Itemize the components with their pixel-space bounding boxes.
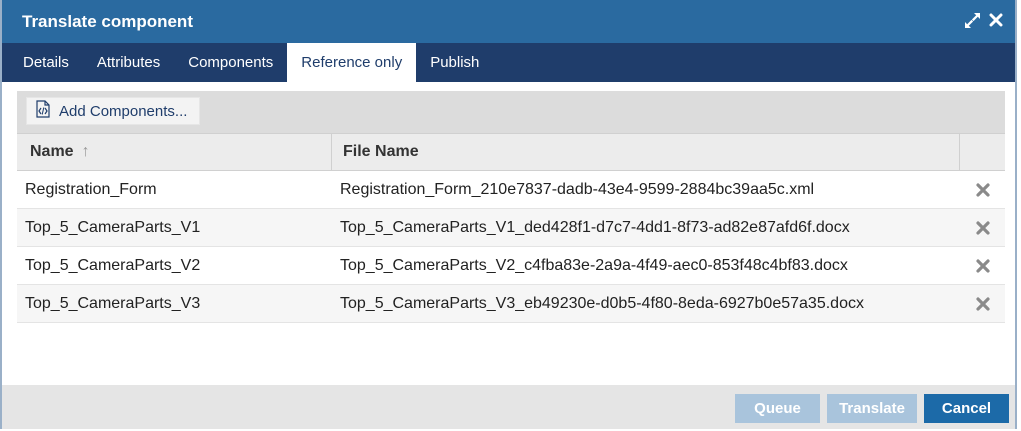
table-row: Top_5_CameraParts_V2 Top_5_CameraParts_V… — [17, 247, 1005, 285]
delete-x-icon[interactable] — [975, 220, 991, 236]
row-actions — [960, 296, 1005, 312]
table-row: Top_5_CameraParts_V1 Top_5_CameraParts_V… — [17, 209, 1005, 247]
dialog-footer: Queue Translate Cancel — [2, 385, 1015, 429]
cancel-button[interactable]: Cancel — [924, 394, 1009, 423]
sort-ascending-icon: ↑ — [81, 143, 90, 160]
translate-button[interactable]: Translate — [827, 394, 917, 423]
row-actions — [960, 220, 1005, 236]
row-name: Registration_Form — [25, 180, 157, 198]
row-file-name: Top_5_CameraParts_V2_c4fba83e-2a9a-4f49-… — [340, 256, 848, 274]
delete-x-icon[interactable] — [975, 258, 991, 274]
tab-bar: Details Attributes Components Reference … — [2, 43, 1015, 82]
queue-button[interactable]: Queue — [735, 394, 820, 423]
delete-x-icon[interactable] — [975, 182, 991, 198]
reference-only-panel: Add Components... Name ↑ File Name Regis… — [17, 91, 1005, 323]
dialog-title: Translate component — [22, 12, 193, 31]
row-actions — [960, 258, 1005, 274]
row-name: Top_5_CameraParts_V3 — [25, 294, 201, 312]
column-header-actions — [960, 134, 1005, 170]
tab-publish[interactable]: Publish — [416, 43, 493, 82]
add-components-button[interactable]: Add Components... — [26, 97, 201, 125]
code-document-icon — [35, 100, 51, 122]
tab-details[interactable]: Details — [9, 43, 83, 82]
add-components-label: Add Components... — [59, 102, 188, 120]
row-name: Top_5_CameraParts_V1 — [25, 218, 201, 236]
components-table: Name ↑ File Name Registration_Form Regis… — [17, 133, 1005, 323]
row-file-name: Top_5_CameraParts_V1_ded428f1-d7c7-4dd1-… — [340, 218, 850, 236]
maximize-icon[interactable] — [963, 10, 981, 30]
title-bar: Translate component — [2, 0, 1015, 43]
close-icon[interactable] — [987, 10, 1005, 30]
column-header-name-label: Name — [30, 143, 74, 160]
translate-component-dialog: Translate component Details Attributes C… — [0, 0, 1017, 429]
table-row: Top_5_CameraParts_V3 Top_5_CameraParts_V… — [17, 285, 1005, 323]
row-name: Top_5_CameraParts_V2 — [25, 256, 201, 274]
row-file-name: Top_5_CameraParts_V3_eb49230e-d0b5-4f80-… — [340, 294, 864, 312]
title-bar-controls — [963, 10, 1005, 30]
delete-x-icon[interactable] — [975, 296, 991, 312]
row-file-name: Registration_Form_210e7837-dadb-43e4-959… — [340, 180, 815, 198]
tab-reference-only[interactable]: Reference only — [287, 43, 417, 82]
table-header: Name ↑ File Name — [17, 133, 1005, 171]
row-actions — [960, 182, 1005, 198]
toolbar: Add Components... — [17, 91, 1005, 133]
table-row: Registration_Form Registration_Form_210e… — [17, 171, 1005, 209]
column-header-file-name-label: File Name — [343, 143, 419, 160]
table-body: Registration_Form Registration_Form_210e… — [17, 171, 1005, 323]
column-header-file-name[interactable]: File Name — [332, 134, 960, 170]
tab-components[interactable]: Components — [174, 43, 287, 82]
tab-attributes[interactable]: Attributes — [83, 43, 174, 82]
column-header-name[interactable]: Name ↑ — [17, 134, 332, 170]
